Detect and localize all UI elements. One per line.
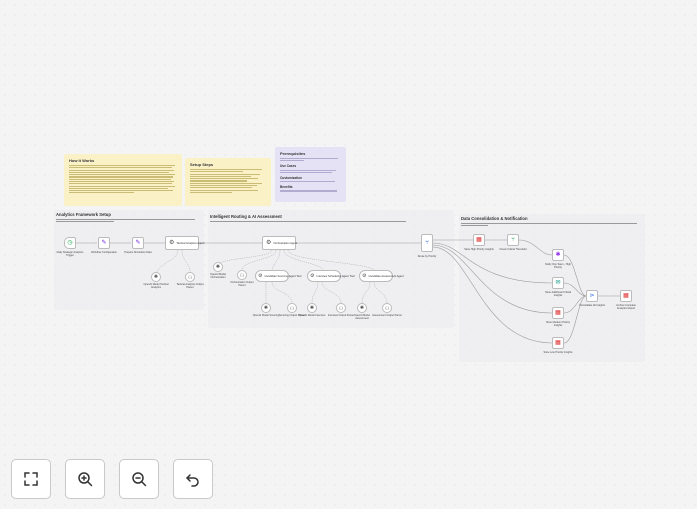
braces-icon: { } xyxy=(339,306,343,310)
robot-icon: ⚙ xyxy=(258,272,263,279)
openai-model-node[interactable]: ✺ xyxy=(213,262,223,272)
table-icon: ▦ xyxy=(476,237,482,243)
store-medium-node[interactable]: ▦ xyxy=(552,307,564,319)
pencil-icon: ✎ xyxy=(135,240,141,246)
route-by-priority-node[interactable]: ⑂ xyxy=(421,234,433,252)
output-parser-node[interactable]: { } xyxy=(287,303,297,313)
prepare-data-node[interactable]: ✎ xyxy=(132,237,144,249)
node-label: Consolidate All Insights xyxy=(579,304,605,307)
node-label: OpenAI Model Orchestration xyxy=(210,273,226,279)
node-inline-label: Orchestration Agent xyxy=(273,241,298,245)
openai-icon: ✺ xyxy=(309,305,315,311)
openai-icon: ✺ xyxy=(263,305,269,311)
node-label: OpenAI Model Interview xyxy=(298,314,326,317)
store-critical-node[interactable]: ✉ xyxy=(552,277,564,289)
store-high-priority-node[interactable]: ▦ xyxy=(473,234,485,246)
openai-model-node[interactable]: ✺ xyxy=(151,272,161,282)
table-icon: ▦ xyxy=(555,340,561,346)
merge-icon: ⋗ xyxy=(589,293,595,299)
zoom-in-icon xyxy=(78,472,93,487)
node-inline-label: Interview Scheduling Agent Tool xyxy=(316,274,355,278)
node-label: Route by Priority xyxy=(417,255,437,258)
output-parser-node[interactable]: { } xyxy=(237,270,247,280)
openai-icon: ✺ xyxy=(153,274,159,280)
pencil-icon: ✎ xyxy=(101,240,107,246)
consolidate-node[interactable]: ⋗ xyxy=(586,290,598,302)
node-label: Store Medium Priority Insights xyxy=(545,321,571,327)
table-icon: ▦ xyxy=(623,293,629,299)
node-label: Workflow Configuration xyxy=(91,251,117,254)
openai-model-node[interactable]: ✺ xyxy=(357,303,367,313)
openai-icon: ✺ xyxy=(359,305,365,311)
node-label: Daily Strategic Analytics Trigger xyxy=(56,251,84,257)
openai-model-node[interactable]: ✺ xyxy=(261,303,271,313)
node-label: Store Additional Critical Insights xyxy=(545,291,571,297)
node-label: Assessment Output Parser xyxy=(372,314,402,317)
slack-notify-node[interactable]: ✱ xyxy=(552,249,564,261)
node-label: Notify Ops Team - High Priority xyxy=(545,263,571,269)
node-label: Archive Complete Analytics Report xyxy=(616,304,636,310)
slack-icon: ✱ xyxy=(555,252,561,258)
switch-icon: ⑂ xyxy=(425,240,429,246)
connection-lines xyxy=(76,239,620,344)
assessment-agent-tool-node[interactable]: ⚙ Candidate Assessment Agent xyxy=(359,270,404,282)
node-label: Store Low Priority Insights xyxy=(543,351,573,354)
mail-icon: ✉ xyxy=(555,280,561,286)
braces-icon: { } xyxy=(188,275,192,279)
undo-icon xyxy=(186,474,199,487)
robot-icon: ⚙ xyxy=(169,240,175,246)
store-low-node[interactable]: ▦ xyxy=(552,337,564,349)
if-icon: ⑂ xyxy=(511,237,515,243)
zoom-out-button[interactable] xyxy=(119,459,159,499)
clock-icon: ◷ xyxy=(67,240,73,246)
undo-button[interactable] xyxy=(173,459,213,499)
node-label: Orchestration Output Parser xyxy=(230,281,254,287)
robot-icon: ⚙ xyxy=(310,272,315,279)
archive-report-node[interactable]: ▦ xyxy=(620,290,632,302)
output-parser-node[interactable]: { } xyxy=(382,303,392,313)
output-parser-node[interactable]: { } xyxy=(336,303,346,313)
workflow-canvas[interactable]: How It Works Setup Steps Prerequisites U… xyxy=(0,0,697,509)
node-label: Store High Priority Insights xyxy=(464,248,494,251)
output-parser-node[interactable]: { } xyxy=(185,272,195,282)
braces-icon: { } xyxy=(290,306,294,310)
node-inline-label: Candidate Assessment Agent xyxy=(368,274,404,278)
node-label: Prepare Simulation Data xyxy=(124,251,152,254)
node-label: Check Critical Threshold xyxy=(499,248,527,251)
robot-icon: ⚙ xyxy=(362,272,367,279)
braces-icon: { } xyxy=(385,306,389,310)
openai-icon: ✺ xyxy=(215,264,221,270)
openai-model-node[interactable]: ✺ xyxy=(307,303,317,313)
interview-agent-tool-node[interactable]: ⚙ Interview Scheduling Agent Tool xyxy=(307,270,355,282)
fullscreen-icon xyxy=(24,472,38,486)
table-icon: ▦ xyxy=(555,310,561,316)
node-inline-label: Tactical Analytics Agent xyxy=(176,241,205,245)
node-label: Tactical Analytics Output Parser xyxy=(176,283,204,289)
node-inline-label: Candidate Sourcing Agent Tool xyxy=(264,274,302,278)
trigger-node[interactable]: ◷ xyxy=(64,237,76,249)
orchestration-agent-node[interactable]: ⚙ Orchestration Agent xyxy=(262,236,298,250)
braces-icon: { } xyxy=(240,273,244,277)
zoom-in-button[interactable] xyxy=(65,459,105,499)
zoom-out-icon xyxy=(132,472,147,487)
sourcing-agent-tool-node[interactable]: ⚙ Candidate Sourcing Agent Tool xyxy=(255,270,301,282)
node-label: OpenAI Model Tactical Analytics xyxy=(143,283,169,289)
workflow-config-node[interactable]: ✎ xyxy=(98,237,110,249)
fit-view-button[interactable] xyxy=(11,459,51,499)
tactical-agent-node[interactable]: ⚙ Tactical Analytics Agent xyxy=(165,236,204,250)
robot-icon: ⚙ xyxy=(266,240,272,246)
check-critical-node[interactable]: ⑂ xyxy=(507,234,519,246)
